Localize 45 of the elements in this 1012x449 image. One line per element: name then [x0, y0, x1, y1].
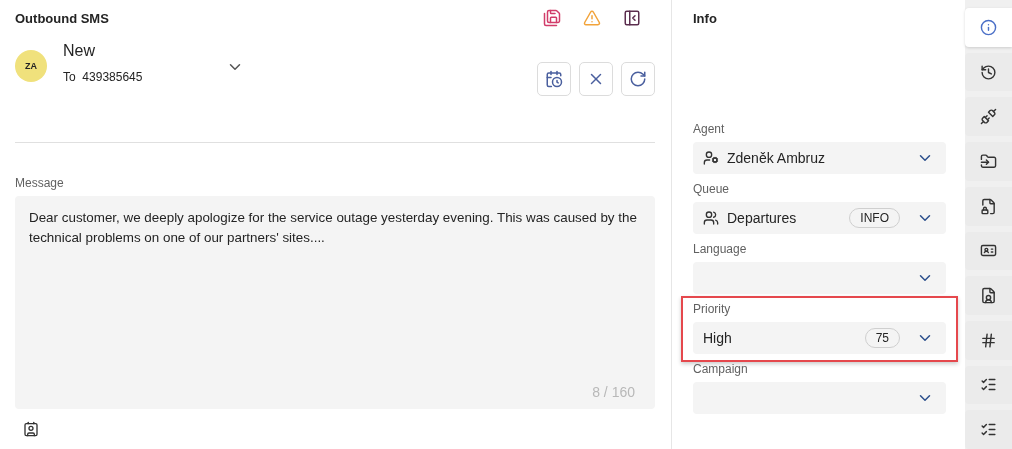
recipient-text: To 439385645 [63, 70, 143, 84]
sidebar-tab[interactable] [965, 186, 1012, 226]
message-label: Message [15, 176, 65, 190]
sidebar-tab[interactable] [965, 276, 1012, 315]
panel-icon[interactable] [623, 9, 641, 27]
history-icon [980, 63, 997, 81]
folder-icon [980, 152, 997, 170]
locked-file-icon [980, 197, 997, 215]
status-text: New [63, 42, 96, 60]
plug-icon [980, 108, 997, 126]
dropdown-field[interactable]: Zdeněk Ambruz [693, 142, 946, 174]
group-icon [703, 210, 719, 226]
hash-icon [980, 331, 997, 349]
message-text: Dear customer, we deeply apologize for the service outage yesterday evening. This was caused by the technical problems on one of our partners' sites.... [29, 209, 638, 247]
character-counter: 8 / 160 [592, 384, 635, 400]
field-label: Agent [693, 122, 726, 136]
save-icon[interactable] [543, 9, 561, 27]
refresh-icon [629, 70, 647, 88]
sidebar-tab[interactable] [965, 52, 1012, 92]
contact-icon[interactable] [23, 421, 39, 437]
field-value: Departures [727, 210, 798, 226]
dropdown-field[interactable]: Departures INFO [693, 202, 946, 234]
sidebar-tab[interactable] [965, 231, 1012, 271]
avatar: ZA [15, 50, 47, 82]
panel-title: Outbound SMS [15, 10, 110, 26]
field-label: Priority [693, 302, 732, 316]
dropdown-field[interactable] [693, 262, 946, 294]
field-label: Campaign [693, 362, 749, 376]
calendar-clock-icon [545, 70, 563, 88]
sidebar-tab[interactable] [965, 97, 1012, 137]
schedule-button[interactable] [537, 62, 571, 96]
sidebar-tab[interactable] [965, 320, 1012, 360]
refresh-button[interactable] [621, 62, 655, 96]
field-value: Zdeněk Ambruz [727, 150, 827, 166]
dropdown-field[interactable]: High 75 [693, 322, 946, 354]
field-label: Queue [693, 182, 731, 196]
person-file-icon [980, 287, 997, 305]
info-icon [980, 18, 997, 36]
sidebar-tab[interactable] [965, 142, 1012, 181]
agent-icon [703, 150, 719, 166]
dropdown-field[interactable] [693, 382, 946, 414]
field-value: High [703, 330, 733, 346]
info-title: Info [693, 11, 718, 26]
message-field[interactable]: Dear customer, we deeply apologize for the service outage yesterday evening. This was caused by the technical problems on one of our partners' sites.... 8 / 160 [15, 196, 655, 409]
field-label: Language [693, 242, 748, 256]
